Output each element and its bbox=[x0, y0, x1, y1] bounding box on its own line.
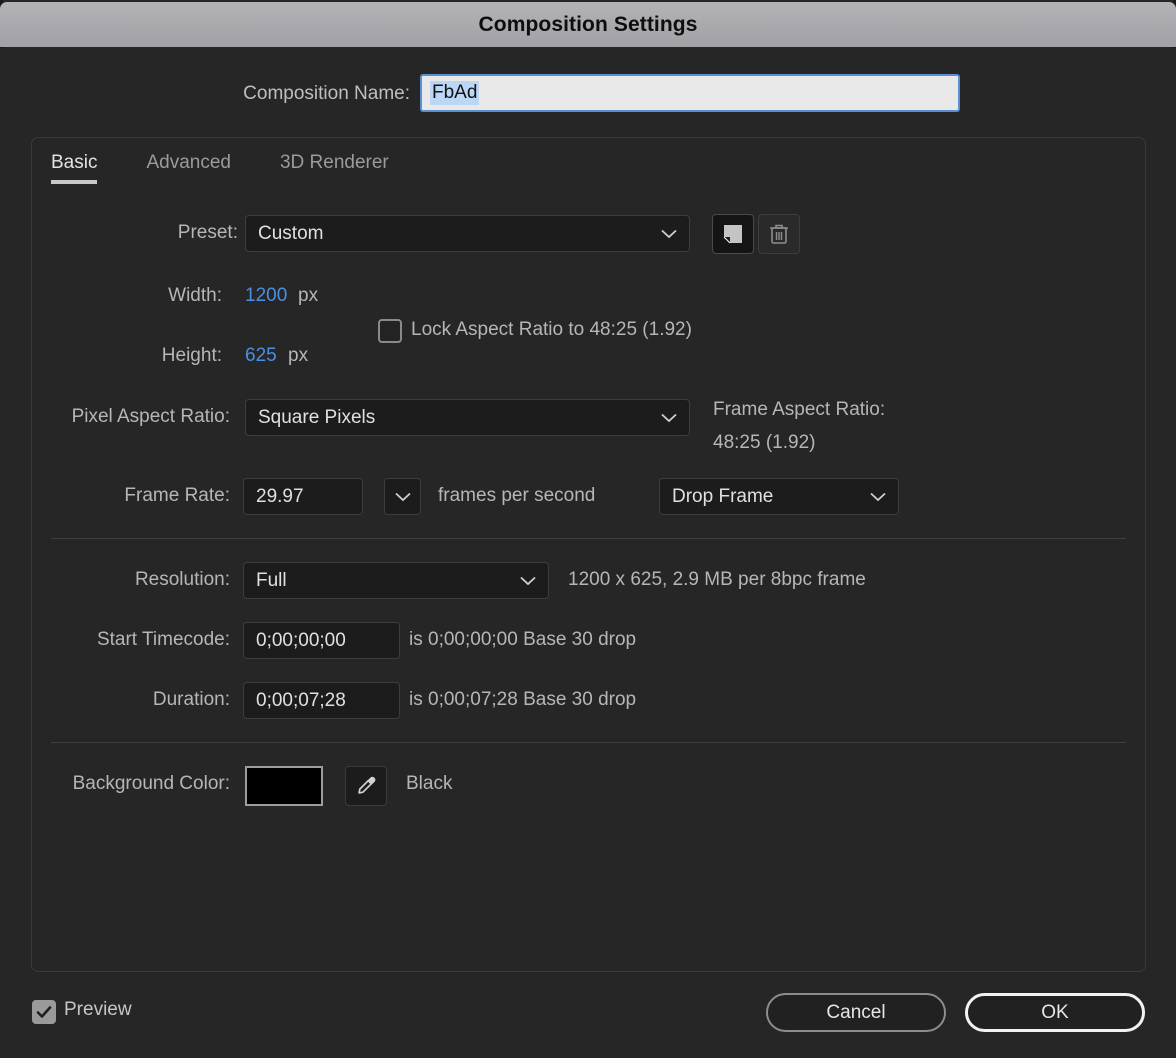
resolution-dropdown[interactable]: Full bbox=[243, 562, 549, 599]
chevron-down-icon bbox=[394, 492, 411, 501]
chevron-down-icon bbox=[661, 413, 677, 423]
eyedropper-icon bbox=[358, 776, 376, 794]
frame-rate-label: Frame Rate: bbox=[124, 485, 230, 506]
frame-rate-value: 29.97 bbox=[256, 485, 304, 507]
ok-button[interactable]: OK bbox=[965, 993, 1145, 1032]
lock-aspect-ratio-label[interactable]: Lock Aspect Ratio to 48:25 (1.92) bbox=[411, 319, 692, 341]
resolution-label: Resolution: bbox=[134, 569, 230, 590]
preset-value: Custom bbox=[258, 222, 324, 244]
background-color-swatch[interactable] bbox=[245, 766, 323, 806]
height-value[interactable]: 625 bbox=[245, 345, 277, 367]
duration-input[interactable]: 0;00;07;28 bbox=[243, 682, 400, 719]
checkmark-icon bbox=[36, 1006, 52, 1018]
preview-checkbox[interactable] bbox=[32, 1000, 56, 1024]
section-divider-2 bbox=[51, 742, 1126, 743]
preset-label: Preset: bbox=[177, 222, 238, 243]
duration-label: Duration: bbox=[152, 689, 230, 710]
composition-name-input[interactable]: FbAd bbox=[420, 74, 960, 112]
start-timecode-input[interactable]: 0;00;00;00 bbox=[243, 622, 400, 659]
preview-label[interactable]: Preview bbox=[64, 999, 132, 1021]
tab-advanced[interactable]: Advanced bbox=[146, 152, 231, 184]
frame-aspect-ratio-label: Frame Aspect Ratio: bbox=[713, 399, 886, 420]
width-label: Width: bbox=[168, 285, 222, 306]
delete-preset-button[interactable] bbox=[758, 214, 800, 254]
width-unit: px bbox=[298, 285, 319, 306]
height-label: Height: bbox=[161, 345, 222, 366]
dialog-title: Composition Settings bbox=[478, 12, 698, 36]
pixel-aspect-ratio-dropdown[interactable]: Square Pixels bbox=[245, 399, 690, 436]
frame-aspect-ratio-value: 48:25 (1.92) bbox=[713, 432, 816, 453]
trash-icon bbox=[770, 224, 788, 244]
drop-frame-dropdown[interactable]: Drop Frame bbox=[659, 478, 899, 515]
tab-basic[interactable]: Basic bbox=[51, 152, 98, 184]
duration-value: 0;00;07;28 bbox=[256, 689, 346, 711]
duration-info: is 0;00;07;28 Base 30 drop bbox=[409, 689, 637, 710]
pixel-aspect-ratio-value: Square Pixels bbox=[258, 406, 376, 428]
height-unit: px bbox=[288, 345, 309, 366]
background-color-name: Black bbox=[406, 773, 453, 794]
composition-name-label: Composition Name: bbox=[243, 83, 410, 104]
background-color-label: Background Color: bbox=[72, 773, 230, 794]
tab-bar: Basic Advanced 3D Renderer bbox=[51, 152, 438, 188]
pixel-aspect-ratio-label: Pixel Aspect Ratio: bbox=[71, 406, 230, 427]
start-timecode-value: 0;00;00;00 bbox=[256, 629, 346, 651]
resolution-value: Full bbox=[256, 569, 287, 591]
save-preset-button[interactable] bbox=[712, 214, 754, 254]
chevron-down-icon bbox=[870, 492, 886, 502]
start-timecode-info: is 0;00;00;00 Base 30 drop bbox=[409, 629, 637, 650]
frame-rate-unit-label: frames per second bbox=[438, 485, 596, 506]
lock-aspect-ratio-checkbox[interactable] bbox=[378, 319, 402, 343]
section-divider-1 bbox=[51, 538, 1126, 539]
resolution-info: 1200 x 625, 2.9 MB per 8bpc frame bbox=[568, 569, 866, 590]
composition-name-value: FbAd bbox=[430, 81, 480, 105]
composition-settings-dialog: Composition Settings Composition Name: F… bbox=[0, 0, 1176, 1058]
chevron-down-icon bbox=[520, 576, 536, 586]
new-preset-icon bbox=[723, 225, 742, 244]
drop-frame-value: Drop Frame bbox=[672, 485, 774, 507]
tab-3d-renderer[interactable]: 3D Renderer bbox=[280, 152, 389, 184]
frame-rate-input[interactable]: 29.97 bbox=[243, 478, 363, 515]
start-timecode-label: Start Timecode: bbox=[96, 629, 230, 650]
composition-name-row: Composition Name: FbAd bbox=[0, 74, 1176, 120]
chevron-down-icon bbox=[661, 229, 677, 239]
cancel-button[interactable]: Cancel bbox=[766, 993, 946, 1032]
dialog-titlebar[interactable]: Composition Settings bbox=[0, 2, 1176, 47]
width-value[interactable]: 1200 bbox=[245, 285, 287, 307]
settings-panel bbox=[31, 137, 1146, 972]
preset-dropdown[interactable]: Custom bbox=[245, 215, 690, 252]
frame-rate-dropdown-button[interactable] bbox=[384, 478, 421, 515]
background-color-picker-button[interactable] bbox=[345, 766, 387, 806]
